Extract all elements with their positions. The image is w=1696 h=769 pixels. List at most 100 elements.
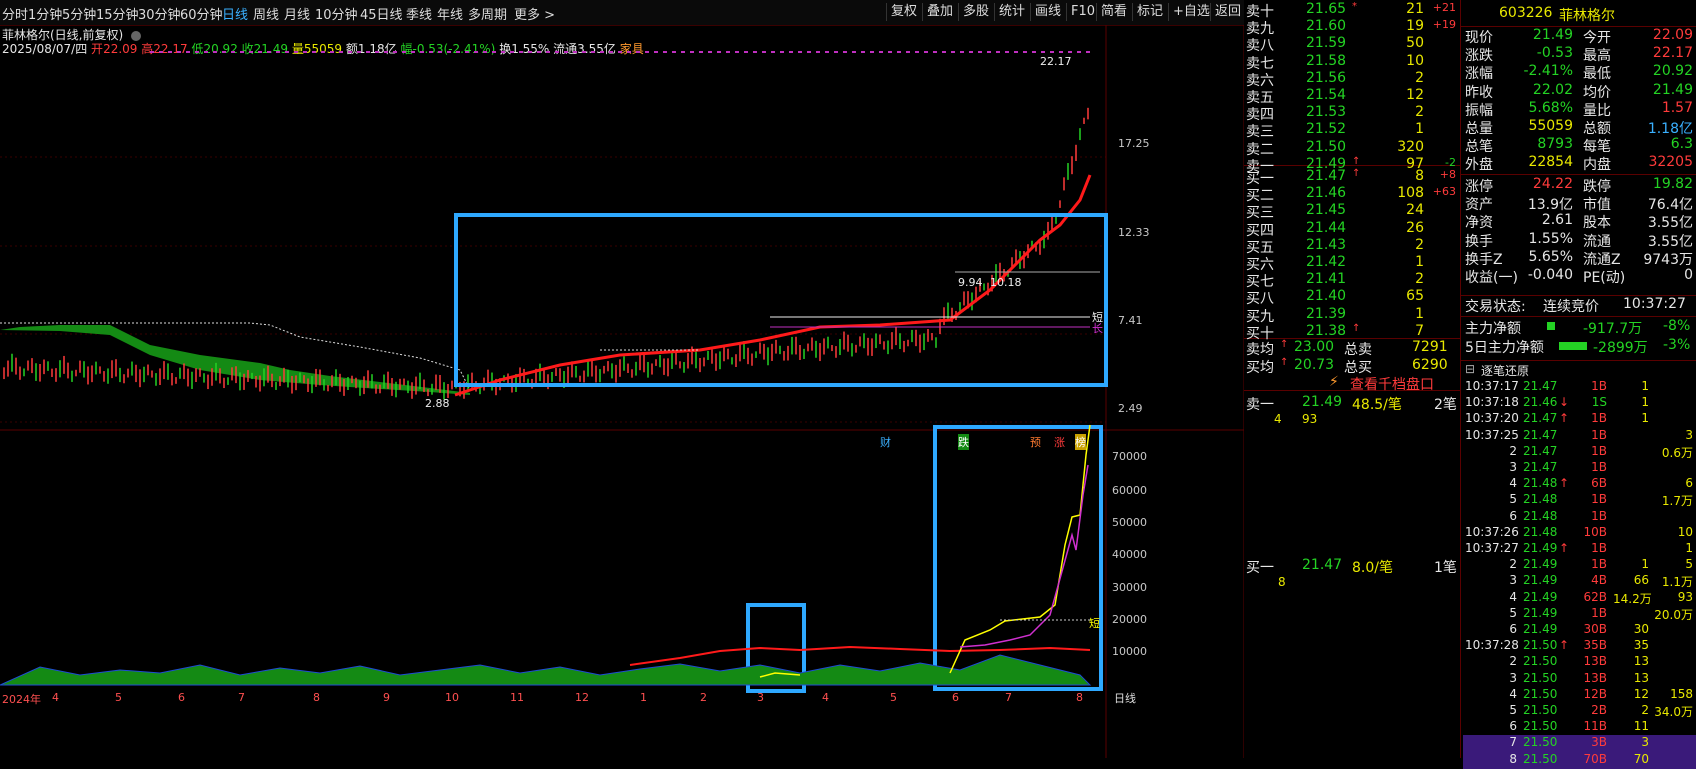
tick-row[interactable]: 2 21.47 1B 0.6万 — [1463, 444, 1696, 461]
overlay-button[interactable]: 叠加 — [922, 3, 957, 21]
mark-button[interactable]: 标记 — [1132, 3, 1167, 21]
level-price: 21.52 — [1306, 121, 1347, 138]
stats-button[interactable]: 统计 — [994, 3, 1029, 21]
tick-row[interactable]: 10:37:25 21.47 1B 3 — [1463, 428, 1696, 445]
ask-row[interactable]: 卖四 21.53 2 — [1244, 104, 1460, 123]
ask-row[interactable]: 卖六 21.56 2 — [1244, 70, 1460, 89]
draw-line-button[interactable]: 画线 — [1030, 3, 1065, 21]
tick-row[interactable]: 4 21.49 62B 14.2万 93 — [1463, 590, 1696, 607]
adjust-button[interactable]: 复权 — [886, 3, 921, 21]
depth-link-row[interactable]: ⚡ 查看千档盘口 — [1244, 374, 1460, 393]
level-volume: 21 — [1406, 1, 1424, 17]
period-year[interactable]: 年线 — [437, 4, 463, 23]
multi-stock-button[interactable]: 多股 — [958, 3, 993, 21]
signal-mark — [258, 51, 262, 53]
tick-count: 11 — [1633, 719, 1649, 734]
event-tag-list[interactable]: 榜 — [1075, 434, 1086, 450]
signal-mark — [1068, 51, 1072, 53]
ask-row[interactable]: 卖十 21.65 * 21 +21 — [1244, 1, 1460, 20]
bid-row[interactable]: 买三 21.45 24 — [1244, 202, 1460, 221]
tick-row[interactable]: 4 21.48 ↑ 6B 6 — [1463, 476, 1696, 493]
event-tag-rise[interactable]: 涨 — [1054, 434, 1065, 450]
signal-mark — [294, 51, 298, 53]
simple-view-button[interactable]: 简看 — [1096, 3, 1131, 21]
tick-row[interactable]: 2 21.49 1B 1 5 — [1463, 557, 1696, 574]
period-minute[interactable]: 分时 — [2, 4, 28, 23]
period-15min[interactable]: 15分钟 — [96, 4, 139, 23]
quote-row: 净资 2.61 股本 3.55亿 — [1463, 212, 1696, 231]
tick-row[interactable]: 6 21.50 11B 11 — [1463, 719, 1696, 736]
tick-row[interactable]: 8 21.50 70B 70 — [1463, 751, 1696, 769]
tick-row[interactable]: 4 21.50 12B 12 158 — [1463, 687, 1696, 704]
bid-row[interactable]: 买一 21.47 ↑ 8 +8 — [1244, 168, 1460, 187]
ask-row[interactable]: 卖八 21.59 50 — [1244, 35, 1460, 54]
period-60min[interactable]: 60分钟 — [180, 4, 223, 23]
ask-row[interactable]: 卖二 21.50 320 — [1244, 139, 1460, 158]
ask-row[interactable]: 卖九 21.60 19 +19 — [1244, 18, 1460, 37]
bid-row[interactable]: 买八 21.40 65 — [1244, 288, 1460, 307]
tick-row[interactable]: 3 21.50 13B 13 — [1463, 671, 1696, 688]
bid-row[interactable]: 买九 21.39 1 — [1244, 306, 1460, 325]
level-price: 21.65 — [1306, 1, 1347, 17]
signal-mark — [186, 51, 190, 53]
tick-row[interactable]: 6 21.48 1B — [1463, 509, 1696, 526]
period-30min[interactable]: 30分钟 — [138, 4, 181, 23]
kline-chart[interactable] — [0, 25, 1244, 758]
event-tag-fall[interactable]: 跌 — [958, 434, 969, 450]
period-1min[interactable]: 1分钟 — [28, 4, 62, 23]
bid-row[interactable]: 买四 21.44 26 — [1244, 220, 1460, 239]
add-watchlist-button[interactable]: +自选 — [1168, 3, 1214, 21]
signal-mark — [753, 51, 757, 53]
date-tick: 7 — [1005, 691, 1012, 704]
tick-row[interactable]: 5 21.48 1B 1.7万 — [1463, 492, 1696, 509]
period-monthly[interactable]: 月线 — [284, 4, 310, 23]
tick-row[interactable]: 10:37:17 21.47 1B 1 — [1463, 379, 1696, 396]
period-10min[interactable]: 10分钟 — [315, 4, 358, 23]
tick-row[interactable]: 7 21.50 3B 3 — [1463, 735, 1696, 753]
ask-row[interactable]: 卖七 21.58 10 — [1244, 53, 1460, 72]
event-tag-finance[interactable]: 财 — [880, 434, 891, 450]
f10-button[interactable]: F10 — [1066, 3, 1099, 21]
ask-row[interactable]: 卖三 21.52 1 — [1244, 121, 1460, 140]
tick-row[interactable]: 10:37:26 21.48 10B 10 — [1463, 525, 1696, 542]
bid-row[interactable]: 买五 21.43 2 — [1244, 237, 1460, 256]
period-weekly[interactable]: 周线 — [253, 4, 279, 23]
tick-time: 10:37:18 — [1465, 395, 1519, 410]
tick-row[interactable]: 5 21.49 1B 20.0万 — [1463, 606, 1696, 623]
signal-mark — [852, 51, 856, 53]
tick-row[interactable]: 10:37:28 21.50 ↑ 35B 35 — [1463, 638, 1696, 655]
tick-row[interactable]: 3 21.47 1B — [1463, 460, 1696, 477]
signal-mark — [537, 51, 541, 53]
event-tag-forecast[interactable]: 预 — [1030, 434, 1041, 450]
depth-link[interactable]: 查看千档盘口 — [1350, 374, 1434, 394]
signal-mark — [546, 51, 550, 53]
tick-row[interactable]: 3 21.49 4B 66 1.1万 — [1463, 573, 1696, 590]
collapse-icon[interactable]: ⊟ — [1465, 362, 1475, 376]
tick-row[interactable]: 5 21.50 2B 2 34.0万 — [1463, 703, 1696, 720]
tick-volume: 11B — [1583, 719, 1607, 734]
period-quarter[interactable]: 季线 — [406, 4, 432, 23]
tick-row[interactable]: 10:37:20 21.47 ↑ 1B 1 — [1463, 411, 1696, 428]
signal-mark — [339, 51, 343, 53]
period-daily[interactable]: 日线 — [222, 4, 248, 23]
back-button[interactable]: 返回 — [1210, 3, 1245, 21]
bid-row[interactable]: 买六 21.42 1 — [1244, 254, 1460, 273]
signal-mark — [942, 51, 946, 53]
ask-row[interactable]: 卖五 21.54 12 — [1244, 87, 1460, 106]
bid-row[interactable]: 买二 21.46 108 +63 — [1244, 185, 1460, 204]
tick-row[interactable]: 6 21.49 30B 30 — [1463, 622, 1696, 639]
queue-count: 2笔 — [1434, 397, 1457, 413]
tick-row[interactable]: 10:37:18 21.46 ↓ 1S 1 — [1463, 395, 1696, 412]
period-45day[interactable]: 45日线 — [360, 4, 403, 23]
signal-mark — [978, 51, 982, 53]
period-multi[interactable]: 多周期 — [468, 4, 507, 23]
period-more[interactable]: 更多 > — [514, 4, 555, 23]
level-price: 21.46 — [1306, 185, 1347, 202]
tick-time: 3 — [1509, 573, 1517, 588]
period-5min[interactable]: 5分钟 — [62, 4, 96, 23]
tick-row[interactable]: 10:37:27 21.49 ↑ 1B 1 — [1463, 541, 1696, 558]
tick-row[interactable]: 2 21.50 13B 13 — [1463, 654, 1696, 671]
tick-agg: 1.7万 — [1661, 494, 1693, 509]
bid-row[interactable]: 买七 21.41 2 — [1244, 271, 1460, 290]
tick-arrow-icon: ↓ — [1559, 395, 1570, 410]
